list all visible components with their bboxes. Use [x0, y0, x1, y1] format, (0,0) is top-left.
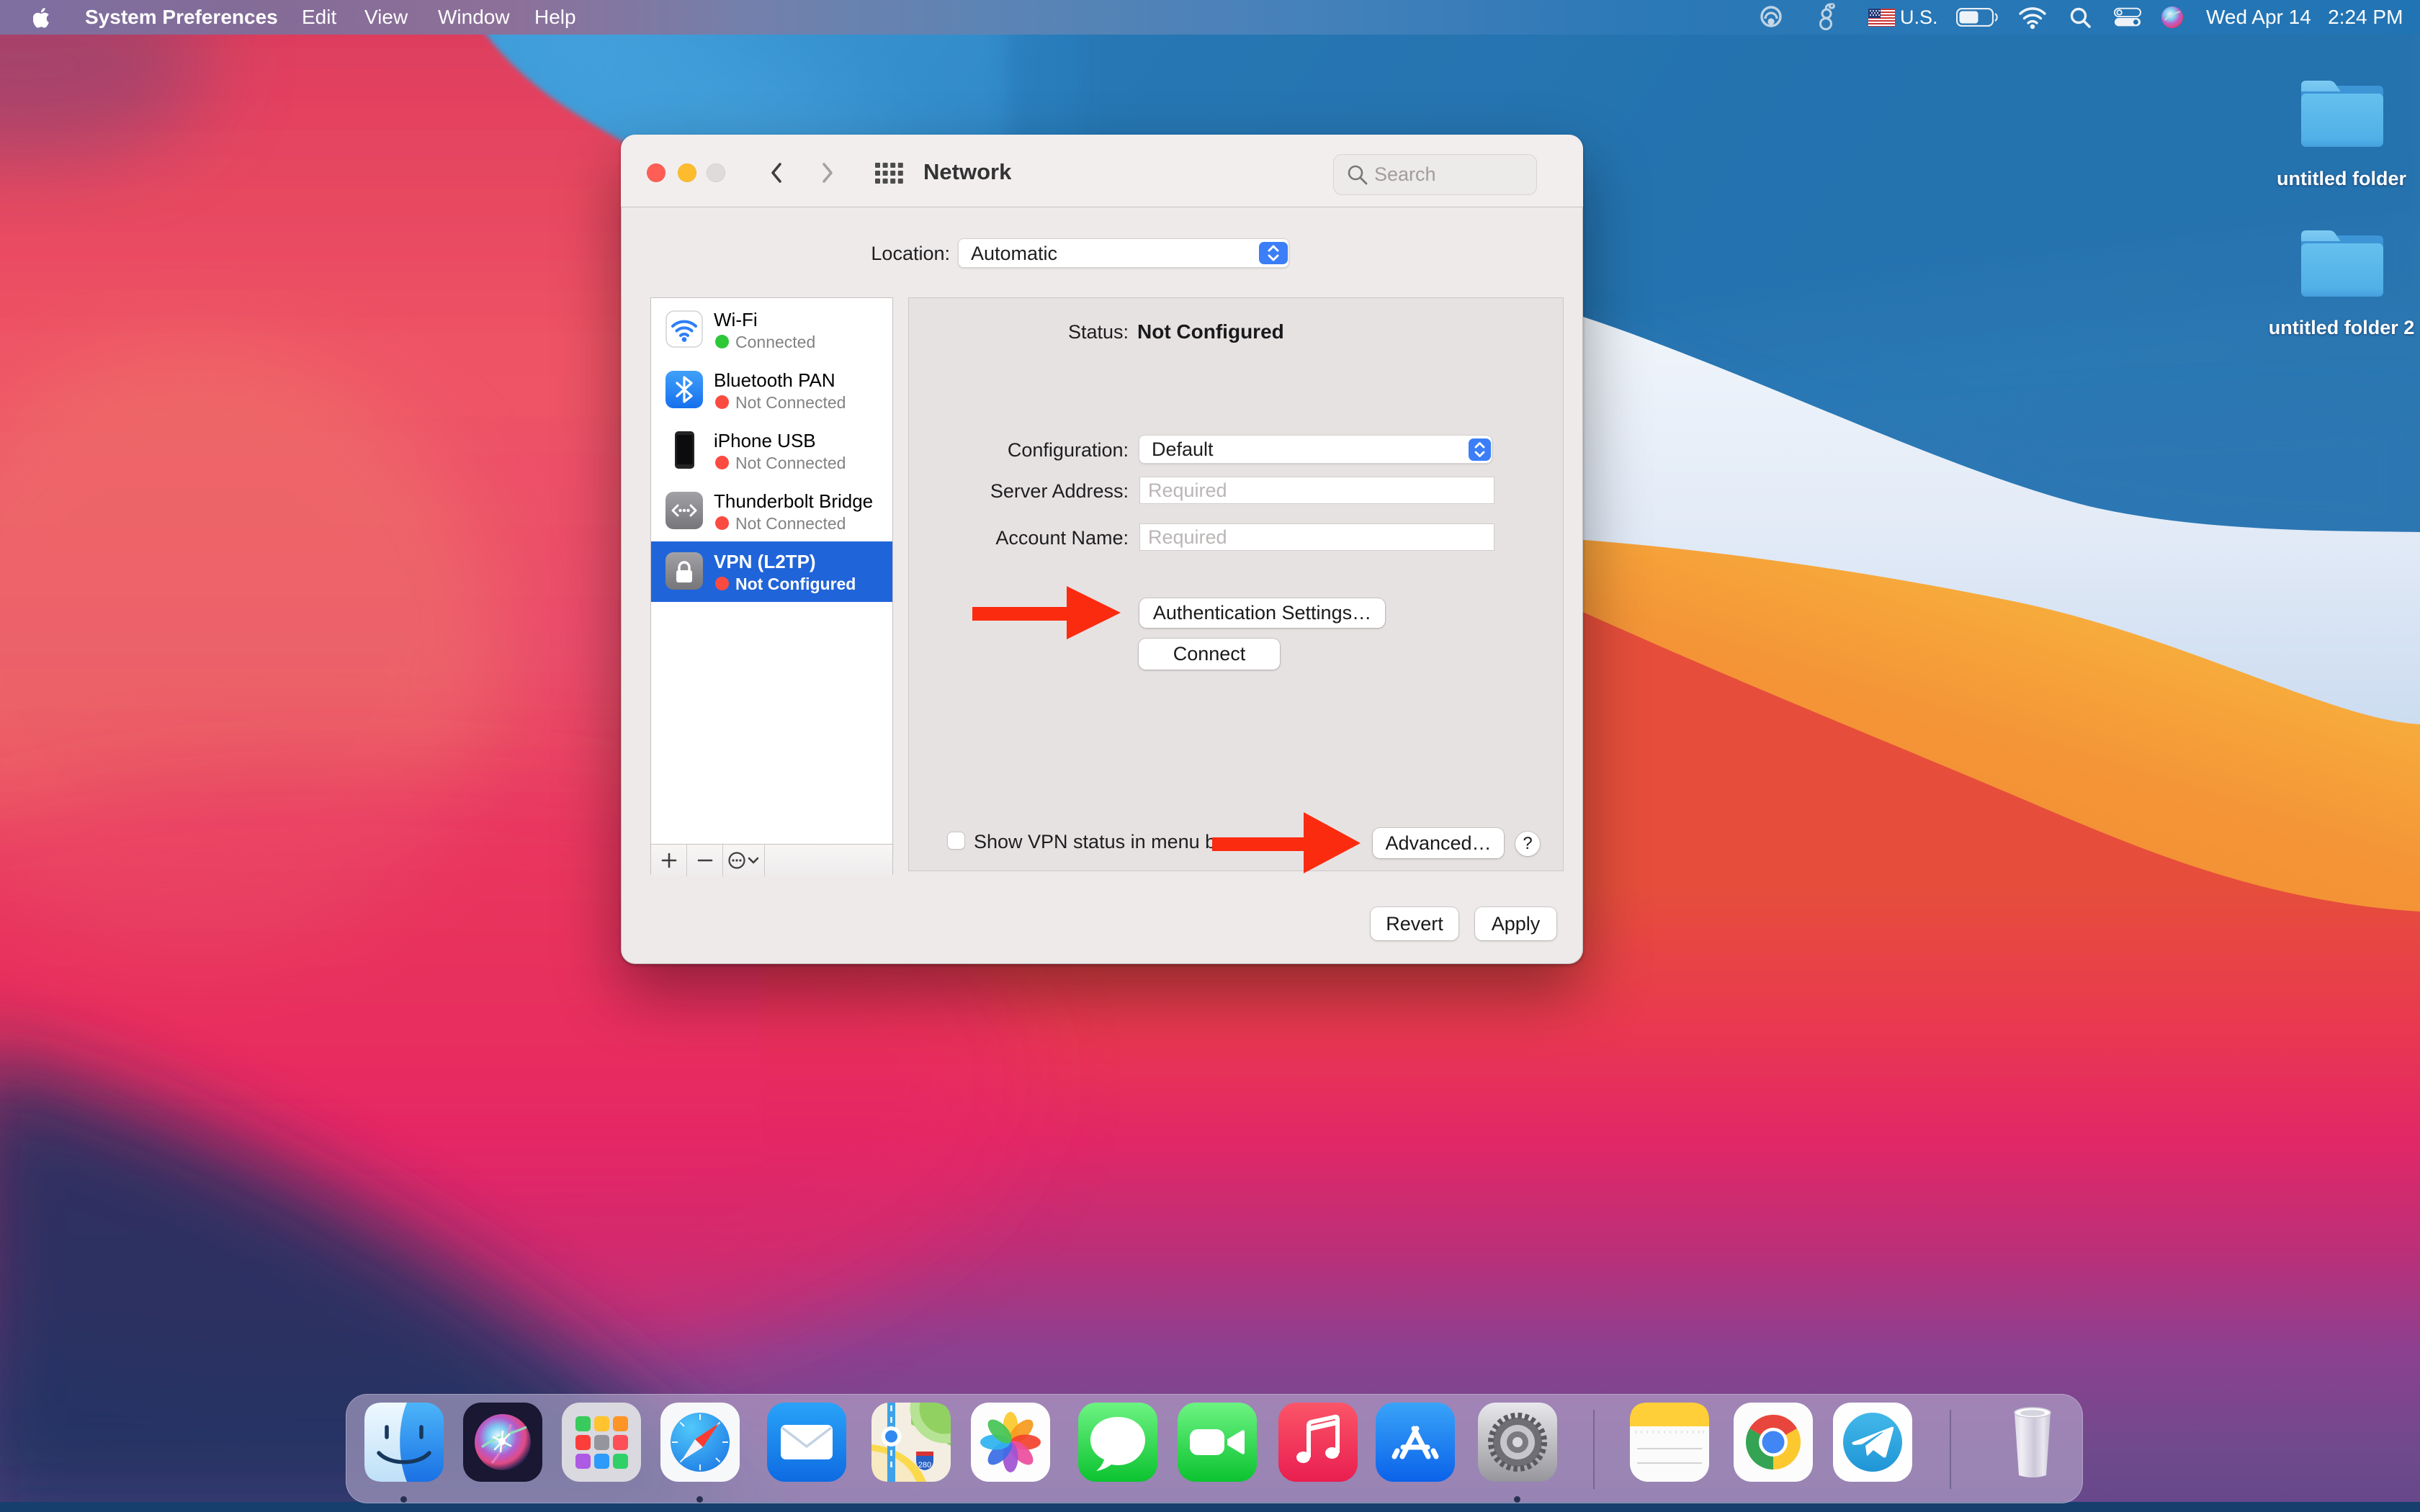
svg-text:280: 280	[918, 1461, 931, 1470]
